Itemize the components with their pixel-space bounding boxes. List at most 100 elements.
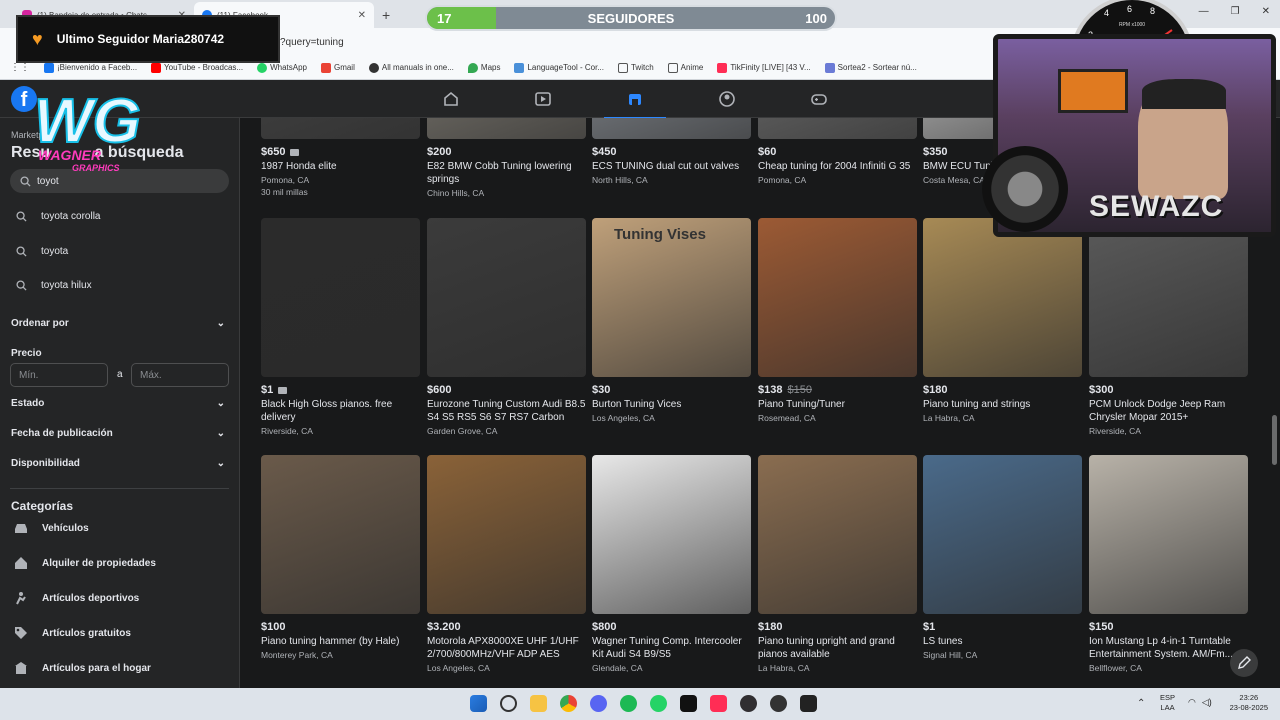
listing-image[interactable]: Tuning Vises <box>592 218 751 377</box>
bookmark-item[interactable]: YouTube - Broadcas... <box>151 62 243 73</box>
video-icon[interactable] <box>532 88 554 110</box>
listing-image[interactable] <box>923 455 1082 614</box>
listing-title[interactable]: Motorola APX8000XE UHF 1/UHF 2/700/800MH… <box>427 635 586 661</box>
apps-icon[interactable]: ⋮⋮ <box>10 62 30 73</box>
listing-image[interactable] <box>261 455 420 614</box>
listing-image[interactable] <box>427 218 586 377</box>
scrollbar[interactable] <box>1272 415 1277 465</box>
listing-card[interactable]: $138 $150 Piano Tuning/Tuner Rosemead, CA <box>758 218 917 423</box>
listing-title[interactable]: Black High Gloss pianos. free delivery <box>261 398 420 424</box>
groups-icon[interactable] <box>716 88 738 110</box>
compose-button[interactable] <box>1230 649 1258 677</box>
url-text[interactable]: ?query=tuning <box>280 37 344 48</box>
listing-card[interactable]: $180 Piano tuning and strings La Habra, CA <box>923 218 1082 423</box>
bookmark-item[interactable]: LanguageTool - Cor... <box>514 62 604 73</box>
bookmark-item[interactable]: ¡Bienvenido a Faceb... <box>44 62 137 73</box>
bookmark-item[interactable]: WhatsApp <box>257 62 307 73</box>
listing-title[interactable]: Wagner Tuning Comp. Intercooler Kit Audi… <box>592 635 751 661</box>
sort-dropdown[interactable]: Ordenar por ⌄ <box>11 318 225 329</box>
whatsapp-icon[interactable] <box>650 695 667 712</box>
obs-icon[interactable] <box>740 695 757 712</box>
wifi-icon[interactable]: ◠ <box>1188 697 1196 708</box>
bookmark-item[interactable]: Anime <box>667 62 703 73</box>
bookmark-item[interactable]: Maps <box>467 62 500 73</box>
min-price-input[interactable]: Mín. <box>10 363 108 387</box>
discord-icon[interactable] <box>590 695 607 712</box>
app-icon[interactable] <box>770 695 787 712</box>
listing-card[interactable]: $600 Eurozone Tuning Custom Audi B8.5 S4 … <box>427 218 586 436</box>
search-icon[interactable] <box>500 695 517 712</box>
tikfinity-icon[interactable] <box>710 695 727 712</box>
search-suggestion[interactable]: toyota corolla <box>16 211 100 222</box>
listing-card[interactable]: $100 Piano tuning hammer (by Hale) Montere… <box>261 455 420 660</box>
listing-card[interactable]: $180 Piano tuning upright and grand piano… <box>758 455 917 673</box>
listing-image[interactable] <box>592 118 751 139</box>
marketplace-icon[interactable] <box>604 88 666 120</box>
bookmark-item[interactable]: Twitch <box>617 62 654 73</box>
listing-title[interactable]: Burton Tuning Vices <box>592 398 751 411</box>
listing-image[interactable] <box>427 455 586 614</box>
bookmark-item[interactable]: All manuals in one... <box>368 62 454 73</box>
maximize-button[interactable]: ❐ <box>1231 6 1240 17</box>
category-vehiculos[interactable]: Vehículos <box>12 519 89 537</box>
listing-image[interactable] <box>592 455 751 614</box>
app-icon[interactable] <box>800 695 817 712</box>
listing-title[interactable]: PCM Unlock Dodge Jeep Ram Chrysler Mopar… <box>1089 398 1248 424</box>
search-suggestion[interactable]: toyota <box>16 246 68 257</box>
listing-card[interactable]: $650 1987 Honda elite Pomona, CA 30 mil mil… <box>261 118 420 197</box>
listing-image[interactable] <box>758 218 917 377</box>
close-icon[interactable]: ✕ <box>358 10 366 21</box>
filter-disponibilidad[interactable]: Disponibilidad ⌄ <box>11 458 225 469</box>
close-window-button[interactable]: ✕ <box>1262 6 1270 17</box>
listing-title[interactable]: ECS TUNING dual cut out valves <box>592 160 751 173</box>
file-explorer-icon[interactable] <box>530 695 547 712</box>
clock[interactable]: 23:26 23-08-2025 <box>1230 693 1268 713</box>
bookmark-item[interactable]: Sortea2 - Sortear nú... <box>824 62 917 73</box>
listing-title[interactable]: Piano Tuning/Tuner <box>758 398 917 411</box>
listing-card[interactable]: $150 Ion Mustang Lp 4-in-1 Turntable Ente… <box>1089 455 1248 673</box>
filter-estado[interactable]: Estado ⌄ <box>11 398 225 409</box>
new-tab-button[interactable]: + <box>374 7 398 28</box>
listing-image[interactable] <box>758 118 917 139</box>
listing-card[interactable]: Tuning Vises $30 Burton Tuning Vices Los An… <box>592 218 751 423</box>
listing-card[interactable]: $200 E82 BMW Cobb Tuning lowering springs… <box>427 118 586 198</box>
listing-card[interactable]: $3.200 Motorola APX8000XE UHF 1/UHF 2/700… <box>427 455 586 673</box>
listing-image[interactable] <box>427 118 586 139</box>
listing-card[interactable]: $300 PCM Unlock Dodge Jeep Ram Chrysler M… <box>1089 218 1248 436</box>
windows-start-icon[interactable] <box>470 695 487 712</box>
chrome-icon[interactable] <box>560 695 577 712</box>
listing-title[interactable]: Piano tuning upright and grand pianos av… <box>758 635 917 661</box>
category-hogar[interactable]: Artículos para el hogar <box>12 659 151 677</box>
listing-card[interactable]: $450 ECS TUNING dual cut out valves North … <box>592 118 751 185</box>
listing-card[interactable]: $800 Wagner Tuning Comp. Intercooler Kit … <box>592 455 751 673</box>
volume-icon[interactable]: ◁) <box>1202 697 1212 708</box>
category-deportivos[interactable]: Artículos deportivos <box>12 589 139 607</box>
bookmark-item[interactable]: Gmail <box>320 62 355 73</box>
listing-title[interactable]: LS tunes <box>923 635 1082 648</box>
language-indicator[interactable]: ESP LAA <box>1160 693 1175 713</box>
gaming-icon[interactable] <box>808 88 830 110</box>
category-gratuitos[interactable]: Artículos gratuitos <box>12 624 131 642</box>
bookmark-item[interactable]: TikFinity [LIVE] [43 V... <box>717 62 811 73</box>
listing-image[interactable] <box>923 218 1082 377</box>
listing-title[interactable]: Piano tuning and strings <box>923 398 1082 411</box>
listing-card[interactable]: $1 Black High Gloss pianos. free delivery… <box>261 218 420 436</box>
spotify-icon[interactable] <box>620 695 637 712</box>
listing-title[interactable]: Ion Mustang Lp 4-in-1 Turntable Entertai… <box>1089 635 1248 661</box>
listing-card[interactable]: $60 Cheap tuning for 2004 Infiniti G 35 Po… <box>758 118 917 185</box>
max-price-input[interactable]: Máx. <box>131 363 229 387</box>
category-alquiler[interactable]: Alquiler de propiedades <box>12 554 156 572</box>
listing-title[interactable]: E82 BMW Cobb Tuning lowering springs <box>427 160 586 186</box>
listing-image[interactable] <box>1089 218 1248 377</box>
listing-title[interactable]: Piano tuning hammer (by Hale) <box>261 635 420 648</box>
listing-image[interactable] <box>261 218 420 377</box>
listing-title[interactable]: 1987 Honda elite <box>261 160 420 173</box>
filter-fecha[interactable]: Fecha de publicación ⌄ <box>11 428 225 439</box>
listing-image[interactable] <box>1089 455 1248 614</box>
listing-image[interactable] <box>758 455 917 614</box>
tiktok-icon[interactable] <box>680 695 697 712</box>
home-icon[interactable] <box>440 88 462 110</box>
tray-arrow-icon[interactable]: ⌃ <box>1137 698 1145 709</box>
listing-title[interactable]: Eurozone Tuning Custom Audi B8.5 S4 S5 R… <box>427 398 586 424</box>
search-suggestion[interactable]: toyota hilux <box>16 280 92 291</box>
